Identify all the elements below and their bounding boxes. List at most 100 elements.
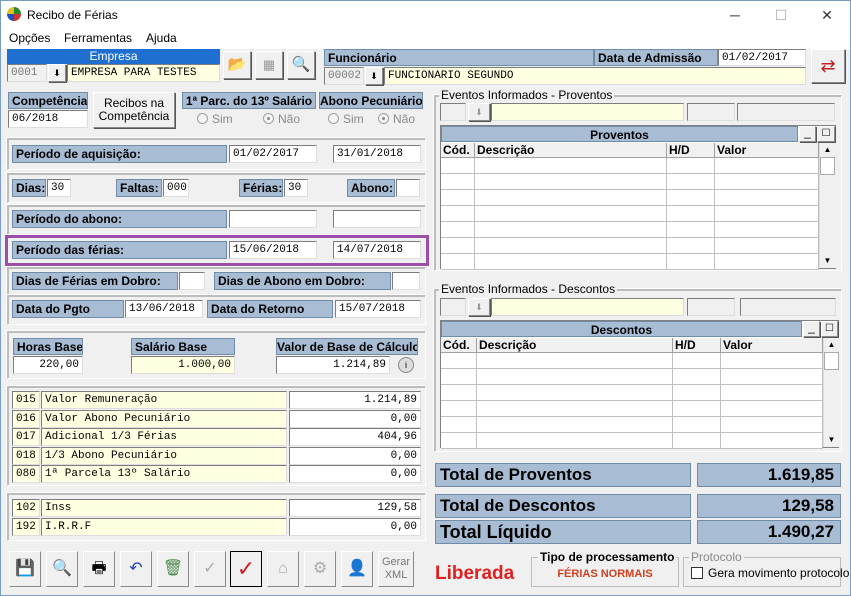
ev-desc-hd[interactable] bbox=[687, 298, 735, 316]
grid-cell[interactable] bbox=[667, 238, 715, 254]
funcionario-code[interactable]: 00002 bbox=[324, 67, 364, 85]
search-button[interactable]: 🔍 bbox=[46, 551, 78, 587]
grid-cell[interactable] bbox=[667, 254, 715, 270]
ev-desc-desc[interactable] bbox=[491, 298, 684, 316]
grid-cell[interactable] bbox=[477, 417, 673, 433]
grid-cell[interactable] bbox=[667, 206, 715, 222]
scroll-up-arrow[interactable]: ▲ bbox=[819, 145, 836, 154]
grid-cell[interactable] bbox=[477, 433, 673, 449]
grid-cell[interactable] bbox=[721, 353, 823, 369]
ev-desc-lookup[interactable]: ⬇ bbox=[468, 298, 490, 316]
grid-cell[interactable] bbox=[721, 433, 823, 449]
grid-cell[interactable] bbox=[441, 353, 477, 369]
confirm-button[interactable]: ✓ bbox=[194, 551, 226, 587]
abono-nao-radio[interactable]: Não bbox=[378, 112, 415, 126]
grid-cell[interactable] bbox=[715, 222, 819, 238]
empresa-name[interactable]: EMPRESA PARA TESTES bbox=[67, 64, 220, 82]
grid-col-header[interactable]: Descrição bbox=[477, 338, 673, 353]
grid-cell[interactable] bbox=[721, 369, 823, 385]
grid-cell[interactable] bbox=[475, 238, 667, 254]
aquisicao-end[interactable]: 31/01/2018 bbox=[333, 145, 421, 163]
pgto-value[interactable]: 13/06/2018 bbox=[125, 300, 203, 318]
grid-cell[interactable] bbox=[721, 401, 823, 417]
abono-dias-value[interactable] bbox=[396, 179, 420, 197]
funcionario-lookup-button[interactable]: ⬇ bbox=[365, 67, 383, 85]
grid-maximize-button[interactable]: ☐ bbox=[821, 321, 838, 337]
grid-col-header[interactable]: Valor bbox=[715, 143, 819, 158]
grid-cell[interactable] bbox=[715, 206, 819, 222]
grid-cell[interactable] bbox=[721, 385, 823, 401]
grid-cell[interactable] bbox=[441, 401, 477, 417]
grid-maximize-button[interactable]: ☐ bbox=[817, 126, 835, 142]
aquisicao-start[interactable]: 01/02/2017 bbox=[229, 145, 317, 163]
employee-transfer-button[interactable]: ⇄ bbox=[811, 49, 845, 83]
salario-base-value[interactable]: 1.000,00 bbox=[131, 356, 235, 374]
recibos-competencia-button[interactable]: Recibos na Competência bbox=[93, 92, 175, 128]
parc13-nao-radio[interactable]: Não bbox=[263, 112, 300, 126]
grid-cell[interactable] bbox=[475, 222, 667, 238]
grid-col-header[interactable]: Valor bbox=[721, 338, 823, 353]
abono-dobro-value[interactable] bbox=[392, 272, 420, 290]
transfer-button[interactable]: ⌂ bbox=[267, 551, 299, 587]
abono-sim-radio[interactable]: Sim bbox=[328, 112, 364, 126]
abono-start[interactable] bbox=[229, 210, 317, 228]
grid-cell[interactable] bbox=[477, 353, 673, 369]
grid-cell[interactable] bbox=[477, 401, 673, 417]
grid-cell[interactable] bbox=[667, 190, 715, 206]
scroll-down-arrow[interactable]: ▼ bbox=[823, 435, 840, 444]
print-button[interactable]: 🖶 bbox=[83, 551, 115, 587]
grid-cell[interactable] bbox=[475, 174, 667, 190]
minimize-button[interactable]: ─ bbox=[712, 1, 758, 29]
ev-prov-value[interactable] bbox=[737, 103, 835, 121]
grid-cell[interactable] bbox=[673, 401, 721, 417]
scroll-thumb[interactable] bbox=[824, 352, 839, 370]
faltas-value[interactable]: 000 bbox=[163, 179, 189, 197]
grid-cell[interactable] bbox=[441, 174, 475, 190]
grid-cell[interactable] bbox=[721, 417, 823, 433]
open-folder-button[interactable]: 📂 bbox=[223, 51, 251, 79]
user-search-button[interactable]: 👤 bbox=[341, 551, 373, 587]
ferias-start[interactable]: 15/06/2018 bbox=[229, 241, 317, 259]
grid-cell[interactable] bbox=[475, 190, 667, 206]
delete-button[interactable]: 🗑 bbox=[157, 551, 189, 587]
ev-desc-value[interactable] bbox=[740, 298, 836, 316]
empresa-code[interactable]: 0001 bbox=[7, 64, 47, 82]
grid-cell[interactable] bbox=[477, 369, 673, 385]
parc13-sim-radio[interactable]: Sim bbox=[197, 112, 233, 126]
grid-cell[interactable] bbox=[441, 206, 475, 222]
grid-cell[interactable] bbox=[475, 254, 667, 270]
dias-value[interactable]: 30 bbox=[47, 179, 71, 197]
grid-col-header[interactable]: Cód. bbox=[441, 338, 477, 353]
grid-cell[interactable] bbox=[441, 385, 477, 401]
grid-minimize-button[interactable]: _ bbox=[799, 126, 816, 142]
grid-cell[interactable] bbox=[441, 254, 475, 270]
grid-cell[interactable] bbox=[715, 190, 819, 206]
grid-cell[interactable] bbox=[667, 174, 715, 190]
menu-opcoes[interactable]: Opções bbox=[9, 31, 50, 45]
grid-cell[interactable] bbox=[715, 174, 819, 190]
maximize-button[interactable]: ☐ bbox=[758, 1, 804, 29]
close-button[interactable]: ✕ bbox=[804, 1, 850, 29]
grid-cell[interactable] bbox=[667, 158, 715, 174]
grid-cell[interactable] bbox=[475, 206, 667, 222]
undo-button[interactable]: ↶ bbox=[120, 551, 152, 587]
ev-desc-code[interactable] bbox=[440, 298, 466, 316]
grid-col-header[interactable]: H/D bbox=[667, 143, 715, 158]
grid-cell[interactable] bbox=[715, 158, 819, 174]
grid-cell[interactable] bbox=[441, 190, 475, 206]
scroll-down-arrow[interactable]: ▼ bbox=[819, 256, 836, 265]
grid-cell[interactable] bbox=[441, 238, 475, 254]
grid-cell[interactable] bbox=[441, 369, 477, 385]
menu-ajuda[interactable]: Ajuda bbox=[146, 31, 177, 45]
grid-cell[interactable] bbox=[441, 222, 475, 238]
grid-cell[interactable] bbox=[673, 385, 721, 401]
ferias-end[interactable]: 14/07/2018 bbox=[333, 241, 421, 259]
grid-minimize-button[interactable]: _ bbox=[803, 321, 820, 337]
grid-cell[interactable] bbox=[673, 417, 721, 433]
grid-cell[interactable] bbox=[673, 433, 721, 449]
grid-col-header[interactable]: H/D bbox=[673, 338, 721, 353]
grid-cell[interactable] bbox=[673, 353, 721, 369]
grid-cell[interactable] bbox=[475, 158, 667, 174]
calculator-button[interactable]: ▦ bbox=[255, 51, 283, 79]
grid-col-header[interactable]: Descrição bbox=[475, 143, 667, 158]
